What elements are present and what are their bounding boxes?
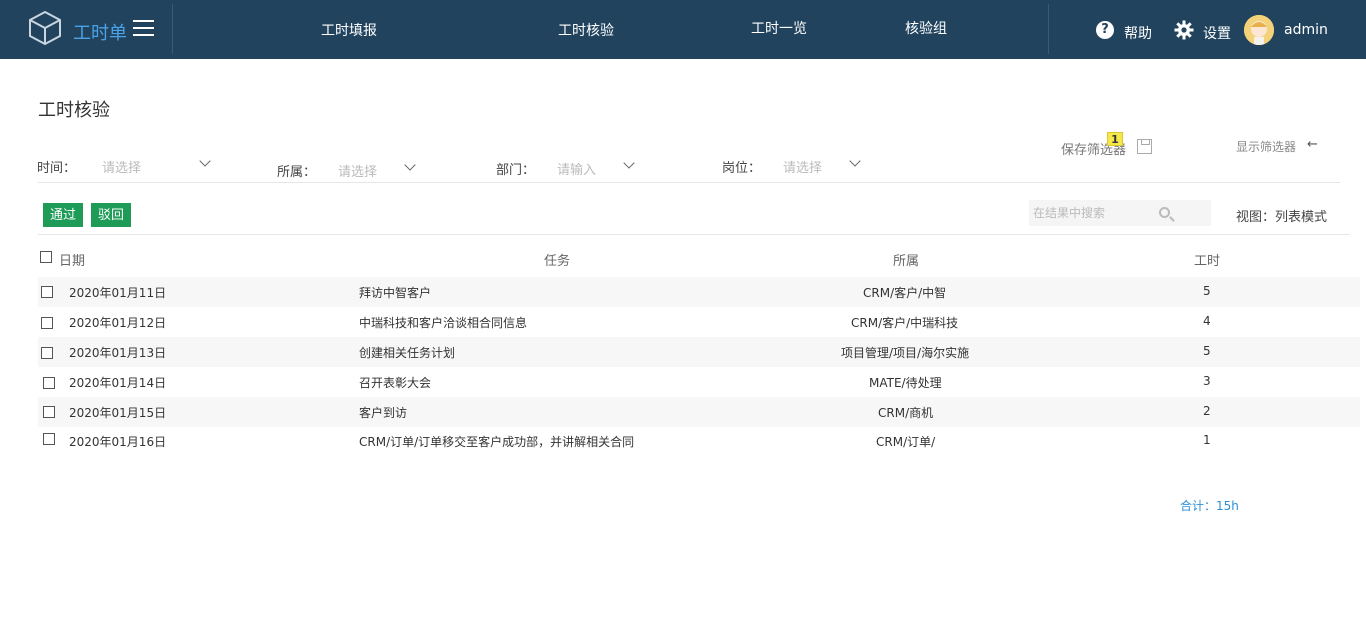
row-task: 客户到访 (359, 406, 408, 420)
column-header-date: 日期 (59, 254, 86, 269)
row-hours: 1 (1203, 433, 1211, 447)
row-checkbox[interactable] (43, 406, 55, 418)
row-task: 拜访中智客户 (359, 286, 432, 300)
column-header-hours: 工时 (1194, 254, 1221, 269)
table-row[interactable]: 2020年01月11日 拜访中智客户 CRM/客户/中智 5 (38, 277, 1360, 307)
row-checkbox[interactable] (41, 347, 53, 359)
filter-divider (38, 182, 1340, 183)
row-hours: 5 (1203, 344, 1211, 358)
filter-position-select[interactable]: 请选择 (783, 157, 822, 176)
table-row[interactable]: 2020年01月15日 客户到访 CRM/商机 2 (38, 397, 1360, 427)
header-divider-left (172, 4, 173, 54)
nav-verify-group[interactable]: 核验组 (905, 18, 947, 38)
gear-icon[interactable] (1174, 20, 1194, 40)
save-icon[interactable] (1137, 139, 1152, 154)
search-box (1029, 200, 1211, 226)
filter-department-label: 部门： (496, 163, 536, 178)
top-navigation-bar: 工时单 工时填报 工时核验 工时一览 核验组 ? 帮助 设置 admin (0, 0, 1366, 59)
brand-name: 工时单 (73, 23, 127, 44)
row-belong: 项目管理/项目/海尔实施 (841, 346, 970, 360)
row-belong: CRM/客户/中瑞科技 (851, 316, 959, 330)
row-belong: CRM/客户/中智 (863, 286, 947, 300)
row-date: 2020年01月12日 (69, 316, 167, 330)
filter-department-input[interactable]: 请输入 (557, 159, 596, 178)
row-date: 2020年01月15日 (69, 406, 167, 420)
row-checkbox[interactable] (43, 377, 55, 389)
row-task: 创建相关任务计划 (359, 346, 456, 360)
column-header-task: 任务 (544, 254, 571, 269)
chevron-down-icon[interactable] (404, 159, 416, 171)
row-checkbox[interactable] (41, 286, 53, 298)
nav-timesheet-verify[interactable]: 工时核验 (558, 20, 614, 40)
row-checkbox[interactable] (41, 317, 53, 329)
row-date: 2020年01月16日 (69, 435, 167, 449)
avatar[interactable] (1244, 15, 1274, 45)
row-date: 2020年01月11日 (69, 286, 167, 300)
help-link[interactable]: 帮助 (1124, 23, 1152, 43)
table-row[interactable]: 2020年01月14日 召开表彰大会 MATE/待处理 3 (38, 367, 1360, 397)
row-task: 召开表彰大会 (359, 376, 432, 390)
settings-link[interactable]: 设置 (1203, 23, 1231, 43)
search-input[interactable] (1029, 200, 1179, 226)
username[interactable]: admin (1284, 22, 1328, 38)
chevron-down-icon[interactable] (199, 155, 211, 167)
view-mode-switch[interactable]: 视图：列表模式 (1236, 206, 1327, 225)
chevron-down-icon[interactable] (623, 157, 635, 169)
row-checkbox[interactable] (43, 433, 55, 445)
row-belong: CRM/商机 (878, 406, 934, 420)
row-hours: 2 (1203, 404, 1211, 418)
row-task: CRM/订单/订单移交至客户成功部，并讲解相关合同 (359, 435, 635, 449)
row-date: 2020年01月13日 (69, 346, 167, 360)
search-icon[interactable] (1159, 207, 1170, 218)
header-divider-right (1048, 4, 1049, 54)
row-task: 中瑞科技和客户洽谈相合同信息 (359, 316, 528, 330)
filter-position-label: 岗位： (722, 161, 762, 176)
cube-logo-icon (29, 10, 61, 46)
row-hours: 5 (1203, 284, 1211, 298)
show-filter-link[interactable]: 显示筛选器 (1236, 138, 1296, 155)
table-row[interactable]: 2020年01月16日 CRM/订单/订单移交至客户成功部，并讲解相关合同 CR… (38, 426, 1360, 456)
save-filter-badge: 1 (1107, 132, 1123, 146)
arrow-left-icon[interactable]: ← (1307, 137, 1318, 152)
column-header-belong: 所属 (893, 254, 920, 269)
user-avatar-icon (1244, 15, 1274, 45)
table-row[interactable]: 2020年01月13日 创建相关任务计划 项目管理/项目/海尔实施 5 (38, 337, 1360, 367)
help-icon[interactable]: ? (1096, 21, 1114, 39)
table-row[interactable]: 2020年01月12日 中瑞科技和客户洽谈相合同信息 CRM/客户/中瑞科技 4 (38, 307, 1360, 337)
select-all-checkbox[interactable] (40, 251, 52, 263)
filter-belong-select[interactable]: 请选择 (338, 161, 377, 180)
reject-button[interactable]: 驳回 (91, 203, 131, 227)
filter-time-label: 时间： (37, 161, 77, 176)
filter-time-select[interactable]: 请选择 (102, 157, 141, 176)
total-hours: 合计：15h (1180, 499, 1239, 513)
nav-timesheet-entry[interactable]: 工时填报 (321, 20, 377, 40)
row-date: 2020年01月14日 (69, 376, 167, 390)
row-hours: 4 (1203, 314, 1211, 328)
row-belong: MATE/待处理 (869, 376, 942, 390)
nav-timesheet-overview[interactable]: 工时一览 (751, 18, 807, 38)
toolbar-divider (38, 234, 1350, 235)
filter-belong-label: 所属： (277, 165, 317, 180)
page-title: 工时核验 (38, 100, 110, 121)
menu-toggle-icon[interactable] (133, 20, 154, 36)
chevron-down-icon[interactable] (849, 155, 861, 167)
row-hours: 3 (1203, 374, 1211, 388)
approve-button[interactable]: 通过 (43, 203, 83, 227)
row-belong: CRM/订单/ (876, 435, 936, 449)
